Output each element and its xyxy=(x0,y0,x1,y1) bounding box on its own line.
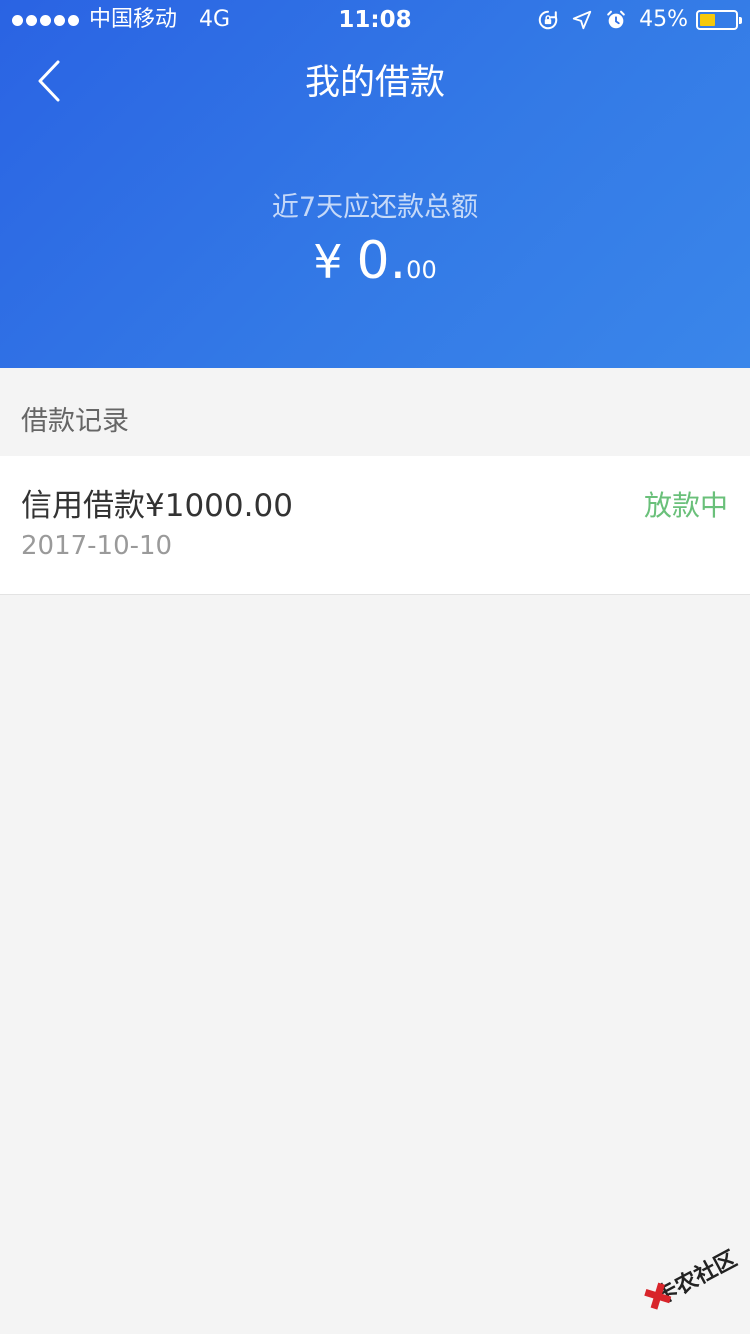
status-right: 45% xyxy=(537,6,742,34)
watermark-logo: 卡农社区 xyxy=(629,1225,750,1334)
loan-record-list: 信用借款¥1000.00 2017-10-10 放款中 xyxy=(0,456,750,595)
loan-record-title: 信用借款¥1000.00 xyxy=(21,488,293,524)
amount-currency: ¥ xyxy=(313,235,343,289)
location-icon xyxy=(572,10,592,30)
header: 中国移动 4G 11:08 45% 我的借款 近7天应还款总额 ¥ 0.00 xyxy=(0,0,750,368)
section-title-loan-records: 借款记录 xyxy=(21,406,129,437)
battery-percentage: 45% xyxy=(639,7,688,32)
amount-decimals: 00 xyxy=(406,256,437,284)
battery-fill xyxy=(700,14,715,26)
alarm-icon xyxy=(607,10,625,29)
battery-tip xyxy=(739,17,742,24)
repayment-summary-amount: ¥0.00 xyxy=(0,226,750,308)
page-title: 我的借款 xyxy=(304,63,445,103)
battery-icon xyxy=(696,10,742,30)
rotation-lock-icon xyxy=(538,10,558,30)
status-bar: 中国移动 4G 11:08 45% xyxy=(0,0,750,40)
loan-record-status: 放款中 xyxy=(643,489,728,522)
watermark-mark-icon xyxy=(640,1286,661,1314)
loan-record-item[interactable]: 信用借款¥1000.00 2017-10-10 放款中 xyxy=(0,456,750,595)
loan-record-date: 2017-10-10 xyxy=(21,531,173,561)
repayment-summary-label: 近7天应还款总额 xyxy=(271,192,479,223)
amount-integer: 0. xyxy=(356,231,407,291)
